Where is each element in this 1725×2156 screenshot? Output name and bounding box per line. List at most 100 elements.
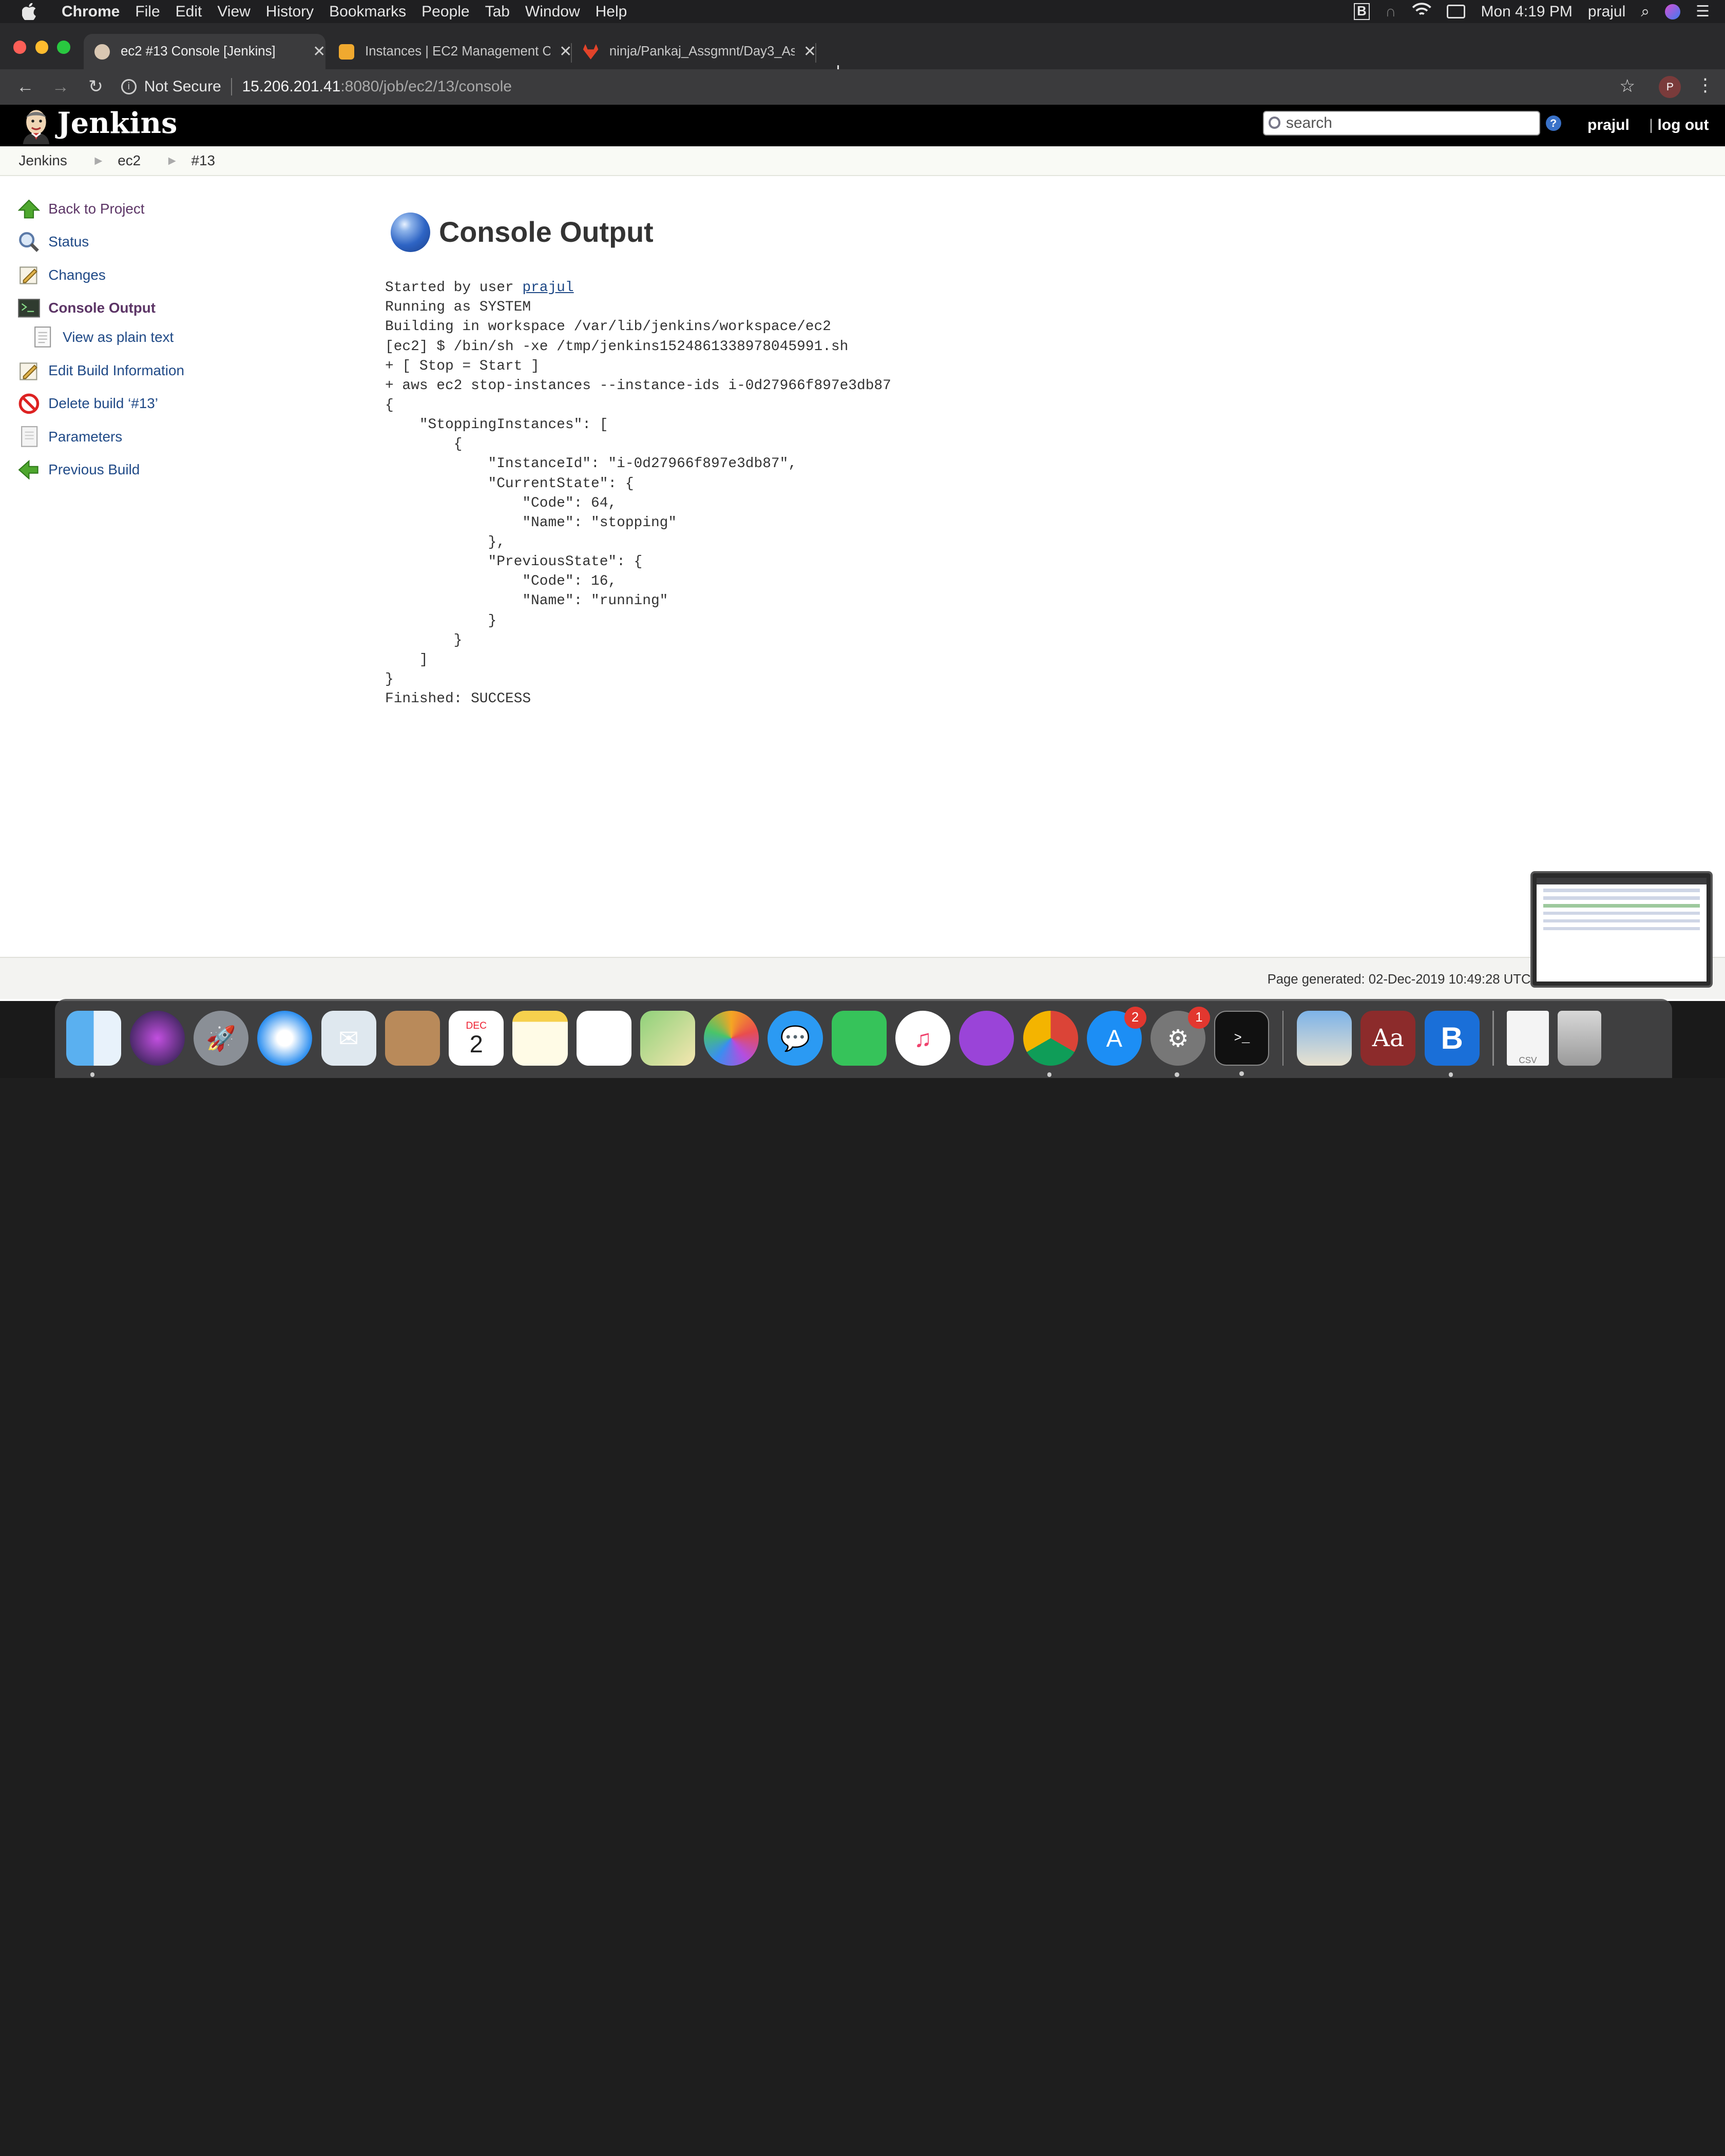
breadcrumb-ec2[interactable]: ec2 xyxy=(118,152,141,169)
wifi-icon[interactable] xyxy=(1412,2,1432,22)
headphones-icon[interactable]: ∩ xyxy=(1385,3,1396,21)
dictionary-icon[interactable]: Aa xyxy=(1360,1011,1416,1066)
left-arrow-icon xyxy=(17,458,41,481)
siri-icon[interactable] xyxy=(1665,4,1681,20)
bookmark-star-icon[interactable]: ☆ xyxy=(1619,76,1635,97)
screenshot-thumbnail[interactable] xyxy=(1530,871,1713,988)
sidebar-item-console-output[interactable]: Console Output xyxy=(17,292,348,324)
apple-menu-icon[interactable] xyxy=(22,3,37,20)
menubar-clock[interactable]: Mon 4:19 PM xyxy=(1481,3,1572,21)
sidebar-item-label[interactable]: Back to Project xyxy=(48,201,144,217)
notification-center-icon[interactable]: ☰ xyxy=(1696,3,1710,21)
chrome-icon[interactable] xyxy=(1023,1011,1078,1077)
console-title: Console Output xyxy=(438,216,654,248)
sidebar-item-edit-build-information[interactable]: Edit Build Information xyxy=(17,354,348,387)
tab-ec2-instances[interactable]: Instances | EC2 Management Co ✕ xyxy=(328,34,572,69)
menu-edit[interactable]: Edit xyxy=(176,3,202,21)
sidebar-item-label[interactable]: Delete build ‘#13’ xyxy=(48,395,158,412)
menu-tab[interactable]: Tab xyxy=(485,3,510,21)
zoom-window-icon[interactable] xyxy=(57,41,71,54)
bluejeans-icon[interactable]: B xyxy=(1424,1011,1480,1077)
jenkins-brand[interactable]: Jenkins xyxy=(57,107,177,140)
minimize-window-icon[interactable] xyxy=(35,41,49,54)
sidebar-item-changes[interactable]: Changes xyxy=(17,259,348,292)
safari-icon[interactable] xyxy=(257,1011,313,1066)
calendar-icon[interactable]: DEC 2 xyxy=(449,1011,504,1066)
sidebar-item-back-to-project[interactable]: Back to Project xyxy=(17,192,348,225)
menu-app-name[interactable]: Chrome xyxy=(62,3,120,21)
url-host[interactable]: 15.206.201.41 xyxy=(242,78,340,95)
console-log[interactable]: Started by user prajul Running as SYSTEM… xyxy=(385,278,891,709)
siri-icon[interactable] xyxy=(129,1011,185,1066)
menu-help[interactable]: Help xyxy=(596,3,627,21)
forward-icon[interactable]: → xyxy=(51,77,71,97)
close-tab-icon[interactable]: ✕ xyxy=(559,43,572,61)
notes-icon[interactable] xyxy=(512,1011,568,1066)
menu-history[interactable]: History xyxy=(266,3,314,21)
back-icon[interactable]: ← xyxy=(15,77,35,97)
bluetooth-icon[interactable]: B xyxy=(1353,3,1370,20)
info-icon[interactable]: i xyxy=(121,79,137,95)
url-path[interactable]: :8080/job/ec2/13/console xyxy=(340,78,512,95)
battery-icon[interactable] xyxy=(1447,4,1466,19)
menubar-user[interactable]: prajul xyxy=(1588,3,1625,21)
sidebar-item-parameters[interactable]: Parameters xyxy=(17,420,348,453)
sidebar-item-label[interactable]: Changes xyxy=(48,267,105,283)
close-window-icon[interactable] xyxy=(13,41,27,54)
menu-view[interactable]: View xyxy=(217,3,250,21)
menu-bookmarks[interactable]: Bookmarks xyxy=(329,3,406,21)
sidebar-item-label[interactable]: View as plain text xyxy=(63,329,174,345)
finder-icon[interactable] xyxy=(66,1011,121,1077)
reminders-icon[interactable] xyxy=(576,1011,631,1066)
sidebar-item-label[interactable]: Previous Build xyxy=(48,461,140,478)
menu-people[interactable]: People xyxy=(421,3,469,21)
close-tab-icon[interactable]: ✕ xyxy=(803,43,816,61)
spotlight-icon[interactable]: ⌕ xyxy=(1641,3,1650,21)
messages-icon[interactable]: 💬 xyxy=(768,1011,823,1066)
search-input[interactable]: search xyxy=(1263,111,1540,136)
user-link[interactable]: prajul xyxy=(1587,117,1630,134)
breadcrumb-build[interactable]: #13 xyxy=(191,152,215,169)
contacts-icon[interactable] xyxy=(385,1011,440,1066)
csv-file-icon[interactable]: CSV xyxy=(1507,1011,1549,1066)
security-label[interactable]: Not Secure xyxy=(144,78,221,95)
sidebar-item-label[interactable]: Console Output xyxy=(48,300,156,316)
chrome-tab-strip: ec2 #13 Console [Jenkins] ✕ Instances | … xyxy=(0,23,1725,83)
sidebar-item-label[interactable]: Status xyxy=(48,234,89,250)
address-bar[interactable]: i Not Secure 15.206.201.41 :8080/job/ec2… xyxy=(110,71,1639,103)
mail-icon[interactable]: ✉ xyxy=(321,1011,376,1066)
jenkins-butler-logo-icon[interactable] xyxy=(17,107,55,144)
terminal-app-icon[interactable]: >_ xyxy=(1214,1011,1270,1076)
breadcrumb-arrow-icon[interactable]: ▶ xyxy=(168,155,176,167)
sidebar-item-delete-build[interactable]: Delete build ‘#13’ xyxy=(17,387,348,420)
reload-icon[interactable]: ↻ xyxy=(86,76,106,97)
profile-avatar[interactable]: P xyxy=(1659,75,1681,98)
sidebar-item-view-plain-text[interactable]: View as plain text xyxy=(17,324,348,350)
breadcrumb-arrow-icon[interactable]: ▶ xyxy=(94,155,102,167)
maps-icon[interactable] xyxy=(640,1011,696,1066)
sidebar-item-previous-build[interactable]: Previous Build xyxy=(17,453,348,486)
music-icon[interactable]: ♫ xyxy=(895,1011,951,1066)
started-user-link[interactable]: prajul xyxy=(522,280,573,296)
tab-jenkins-console[interactable]: ec2 #13 Console [Jenkins] ✕ xyxy=(83,34,326,69)
breadcrumb-jenkins[interactable]: Jenkins xyxy=(0,152,67,169)
sidebar-item-status[interactable]: Status xyxy=(17,225,348,258)
sidebar-item-label[interactable]: Parameters xyxy=(48,429,122,445)
close-tab-icon[interactable]: ✕ xyxy=(313,43,325,61)
preview-icon[interactable] xyxy=(1297,1011,1352,1066)
sidebar-item-label[interactable]: Edit Build Information xyxy=(48,362,184,379)
podcasts-icon[interactable] xyxy=(959,1011,1014,1066)
logout-link[interactable]: log out xyxy=(1649,117,1709,134)
console-lines: Running as SYSTEM Building in workspace … xyxy=(385,299,891,707)
trash-icon[interactable] xyxy=(1557,1011,1602,1066)
photos-icon[interactable] xyxy=(704,1011,759,1066)
chrome-menu-icon[interactable]: ⋮ xyxy=(1696,75,1714,95)
app-store-icon[interactable]: A2 xyxy=(1086,1006,1146,1066)
launchpad-icon[interactable]: 🚀 xyxy=(194,1011,249,1066)
menu-window[interactable]: Window xyxy=(525,3,580,21)
tab-gitlab[interactable]: ninja/Pankaj_Assgmnt/Day3_Ass ✕ xyxy=(572,34,816,69)
help-icon[interactable]: ? xyxy=(1545,115,1561,131)
facetime-icon[interactable] xyxy=(831,1011,887,1066)
system-preferences-icon[interactable]: ⚙ 1 xyxy=(1151,1006,1210,1077)
menu-file[interactable]: File xyxy=(135,3,160,21)
